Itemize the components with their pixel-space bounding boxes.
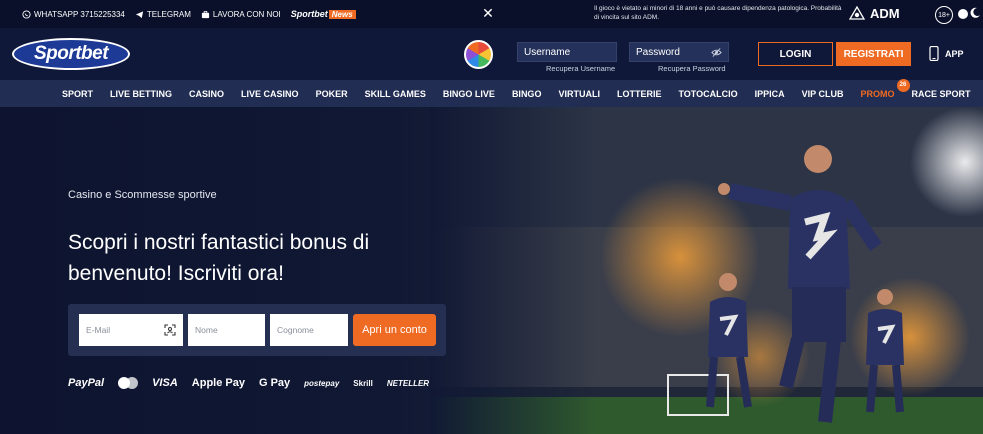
nav-ippica[interactable]: IPPICA bbox=[755, 89, 785, 99]
top-links: WHATSAPP 3715225334 TELEGRAM LAVORA CON … bbox=[0, 0, 356, 28]
mastercard-logo bbox=[118, 377, 139, 389]
logo-text: Sportbet bbox=[33, 43, 109, 64]
adm-label: ADM bbox=[870, 5, 900, 21]
main-nav: SPORT LIVE BETTING CASINO LIVE CASINO PO… bbox=[0, 78, 983, 107]
gambling-warning: Il gioco è vietato ai minori di 18 anni … bbox=[594, 5, 842, 21]
nav-promo[interactable]: PROMO 26 bbox=[860, 78, 910, 99]
whatsapp-label: WHATSAPP 3715225334 bbox=[34, 9, 125, 19]
eye-slash-icon[interactable] bbox=[711, 47, 722, 58]
news-tag: News bbox=[328, 9, 356, 19]
username-field[interactable]: Username bbox=[517, 42, 617, 62]
football-player-hero-image bbox=[430, 107, 983, 434]
recover-password-link[interactable]: Recupera Password bbox=[658, 64, 726, 73]
sportbet-logo[interactable]: Sportbet bbox=[12, 38, 130, 70]
work-with-us-label: LAVORA CON NOI bbox=[212, 9, 281, 19]
nav-poker[interactable]: POKER bbox=[316, 89, 348, 99]
telegram-link[interactable]: TELEGRAM bbox=[135, 10, 191, 19]
work-with-us-link[interactable]: LAVORA CON NOI bbox=[201, 10, 281, 19]
google-pay-logo: G Pay bbox=[258, 377, 291, 389]
nav-live-betting[interactable]: LIVE BETTING bbox=[110, 89, 172, 99]
app-link[interactable]: APP bbox=[929, 46, 964, 61]
whatsapp-link[interactable]: WHATSAPP 3715225334 bbox=[22, 10, 125, 19]
hero-title: Scopri i nostri fantastici bonus di benv… bbox=[68, 231, 370, 285]
apple-pay-logo: Apple Pay bbox=[191, 377, 245, 389]
register-button[interactable]: REGISTRATI bbox=[836, 42, 911, 66]
open-account-button[interactable]: Apri un conto bbox=[353, 314, 436, 346]
age-restriction-badge: 18+ bbox=[935, 6, 953, 24]
nav-vip-club[interactable]: VIP CLUB bbox=[802, 89, 844, 99]
adm-emblem-icon bbox=[848, 5, 866, 20]
hero-banner: Casino e Scommesse sportive Scopri i nos… bbox=[0, 107, 983, 434]
close-icon[interactable]: ✕ bbox=[482, 6, 494, 20]
nav-promo-label: PROMO bbox=[860, 88, 895, 99]
name-field[interactable]: Nome bbox=[188, 314, 265, 346]
promo-count-badge: 26 bbox=[896, 78, 910, 92]
hero-eyebrow: Casino e Scommesse sportive bbox=[68, 189, 217, 201]
wheel-of-fortune-icon[interactable] bbox=[464, 40, 493, 69]
password-field[interactable]: Password bbox=[629, 42, 729, 62]
nav-bingo[interactable]: BINGO bbox=[512, 89, 542, 99]
nav-sport[interactable]: SPORT bbox=[62, 89, 93, 99]
nav-bingo-live[interactable]: BINGO LIVE bbox=[443, 89, 495, 99]
smartphone-icon bbox=[929, 46, 939, 61]
nav-casino[interactable]: CASINO bbox=[189, 89, 224, 99]
telegram-icon bbox=[135, 10, 143, 18]
nav-virtuali[interactable]: VIRTUALI bbox=[558, 89, 600, 99]
moon-icon[interactable] bbox=[969, 7, 981, 19]
light-theme-toggle[interactable] bbox=[958, 9, 968, 19]
telegram-label: TELEGRAM bbox=[146, 9, 191, 19]
payment-methods: PayPal VISA Apple Pay G Pay postepay Skr… bbox=[68, 377, 429, 389]
surname-field[interactable]: Cognome bbox=[270, 314, 348, 346]
skrill-logo: Skrill bbox=[353, 378, 373, 388]
signup-form: E-Mail Nome Cognome Apri un conto bbox=[68, 304, 446, 356]
email-placeholder: E-Mail bbox=[86, 325, 111, 335]
face-scan-icon[interactable] bbox=[164, 324, 176, 336]
nav-skill-games[interactable]: SKILL GAMES bbox=[365, 89, 426, 99]
app-label: APP bbox=[945, 48, 964, 59]
postepay-logo: postepay bbox=[304, 378, 340, 388]
nav-lotterie[interactable]: LOTTERIE bbox=[617, 89, 662, 99]
nav-race-sport[interactable]: RACE SPORT bbox=[912, 89, 971, 99]
visa-logo: VISA bbox=[152, 377, 178, 389]
email-field[interactable]: E-Mail bbox=[79, 314, 183, 346]
briefcase-icon bbox=[201, 10, 209, 18]
adm-logo: ADM bbox=[848, 5, 900, 21]
top-bar: WHATSAPP 3715225334 TELEGRAM LAVORA CON … bbox=[0, 0, 983, 28]
nav-totocalcio[interactable]: TOTOCALCIO bbox=[678, 89, 737, 99]
news-brand: Sportbet bbox=[290, 9, 328, 19]
recover-username-link[interactable]: Recupera Username bbox=[546, 64, 615, 73]
login-button[interactable]: LOGIN bbox=[758, 42, 833, 66]
nav-live-casino[interactable]: LIVE CASINO bbox=[241, 89, 299, 99]
password-placeholder: Password bbox=[636, 46, 680, 58]
paypal-logo: PayPal bbox=[68, 377, 105, 389]
neteller-logo: NETELLER bbox=[386, 378, 430, 388]
whatsapp-icon bbox=[22, 9, 31, 19]
sportbet-news-link[interactable]: Sportbet News bbox=[291, 9, 356, 19]
